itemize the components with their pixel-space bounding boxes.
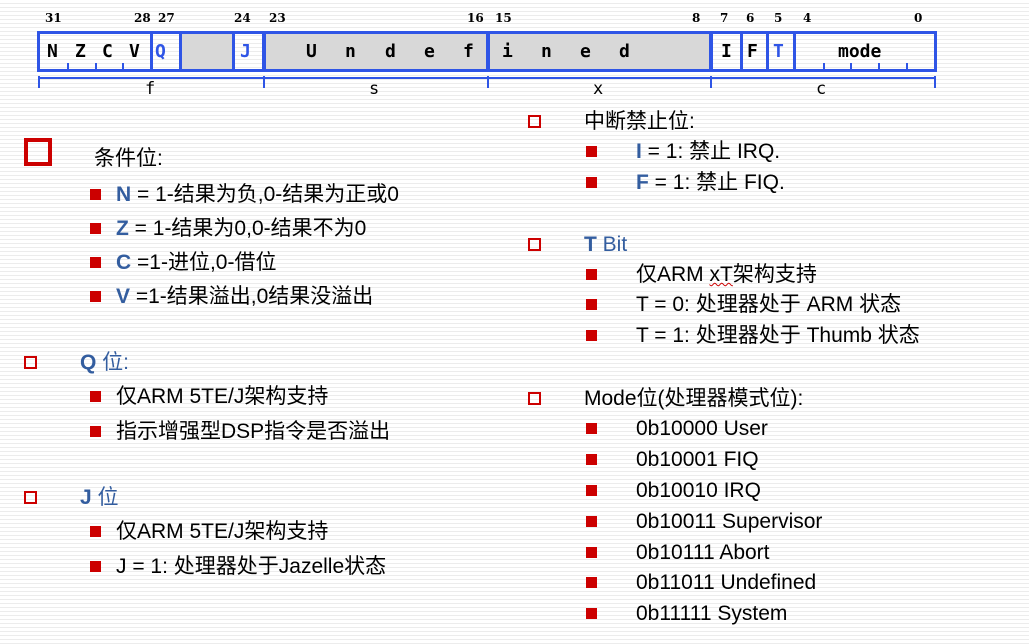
flag-c: C bbox=[102, 41, 113, 62]
t-item: T = 0: 处理器处于 ARM 状态 bbox=[636, 293, 902, 316]
mode-item: 0b11011 Undefined bbox=[636, 571, 817, 594]
field-x: x bbox=[593, 79, 604, 99]
bit-number-16: 16 bbox=[467, 11, 484, 25]
bit-number-5: 5 bbox=[774, 11, 783, 25]
flag-q: Q bbox=[155, 41, 166, 62]
bit-number-27: 27 bbox=[158, 11, 175, 25]
flag-n-desc: N = 1-结果为负,0-结果为正或0 bbox=[116, 183, 399, 206]
flag-n: N bbox=[47, 41, 58, 62]
j-item: 仅ARM 5TE/J架构支持 bbox=[116, 520, 329, 543]
flag-z-desc: Z = 1-结果为0,0-结果不为0 bbox=[116, 217, 367, 240]
flag-t: T bbox=[773, 41, 784, 62]
flag-j: J bbox=[240, 41, 251, 62]
mode-item: 0b11111 System bbox=[636, 602, 788, 625]
mode-title: Mode位(处理器模式位): bbox=[584, 387, 804, 410]
condition-title: 条件位: bbox=[94, 147, 163, 170]
q-item: 仅ARM 5TE/J架构支持 bbox=[116, 385, 329, 408]
fiq-item: F = 1: 禁止 FIQ. bbox=[636, 171, 785, 194]
flag-z: Z bbox=[75, 41, 86, 62]
mode-item: 0b10000 User bbox=[636, 417, 768, 440]
bit-number-0: 0 bbox=[914, 11, 923, 25]
undefined-letter: f bbox=[463, 41, 474, 62]
bit-number-31: 31 bbox=[45, 11, 62, 25]
field-s: s bbox=[369, 79, 380, 99]
j-item: J = 1: 处理器处于Jazelle状态 bbox=[116, 555, 387, 578]
q-item: 指示增强型DSP指令是否溢出 bbox=[116, 420, 391, 443]
undefined-letter: U bbox=[306, 41, 317, 62]
flag-f: F bbox=[747, 41, 758, 62]
undefined-letter: i bbox=[502, 41, 513, 62]
irq-item: I = 1: 禁止 IRQ. bbox=[636, 140, 781, 163]
mode-item: 0b10011 Supervisor bbox=[636, 510, 823, 533]
flag-c-desc: C =1-进位,0-借位 bbox=[116, 251, 277, 274]
bit-number-15: 15 bbox=[495, 11, 512, 25]
mode-field: mode bbox=[838, 41, 882, 62]
bit-number-4: 4 bbox=[803, 11, 812, 25]
bit-number-8: 8 bbox=[692, 11, 701, 25]
bit-number-23: 23 bbox=[269, 11, 286, 25]
undefined-letter: n bbox=[541, 41, 552, 62]
undefined-letter: d bbox=[619, 41, 630, 62]
t-title: T Bit bbox=[584, 233, 628, 256]
undefined-letter: e bbox=[424, 41, 435, 62]
q-title: Q 位: bbox=[80, 351, 130, 374]
flag-i: I bbox=[721, 41, 732, 62]
flag-v-desc: V =1-结果溢出,0结果没溢出 bbox=[116, 285, 374, 308]
undefined-letter: n bbox=[345, 41, 356, 62]
field-f: f bbox=[145, 79, 156, 99]
bit-number-24: 24 bbox=[234, 11, 251, 25]
t-item: 仅ARM xT架构支持 bbox=[636, 263, 817, 286]
mode-item: 0b10001 FIQ bbox=[636, 448, 759, 471]
j-title: J 位 bbox=[80, 486, 119, 509]
undefined-letter: e bbox=[580, 41, 591, 62]
mode-item: 0b10111 Abort bbox=[636, 541, 770, 564]
flag-v: V bbox=[129, 41, 140, 62]
undefined-letter: d bbox=[385, 41, 396, 62]
t-item: T = 1: 处理器处于 Thumb 状态 bbox=[636, 324, 920, 347]
bit-number-7: 7 bbox=[720, 11, 729, 25]
bit-number-6: 6 bbox=[746, 11, 755, 25]
field-c: c bbox=[816, 79, 827, 99]
mode-item: 0b10010 IRQ bbox=[636, 479, 761, 502]
irq-title: 中断禁止位: bbox=[584, 110, 695, 133]
bit-number-28: 28 bbox=[134, 11, 151, 25]
